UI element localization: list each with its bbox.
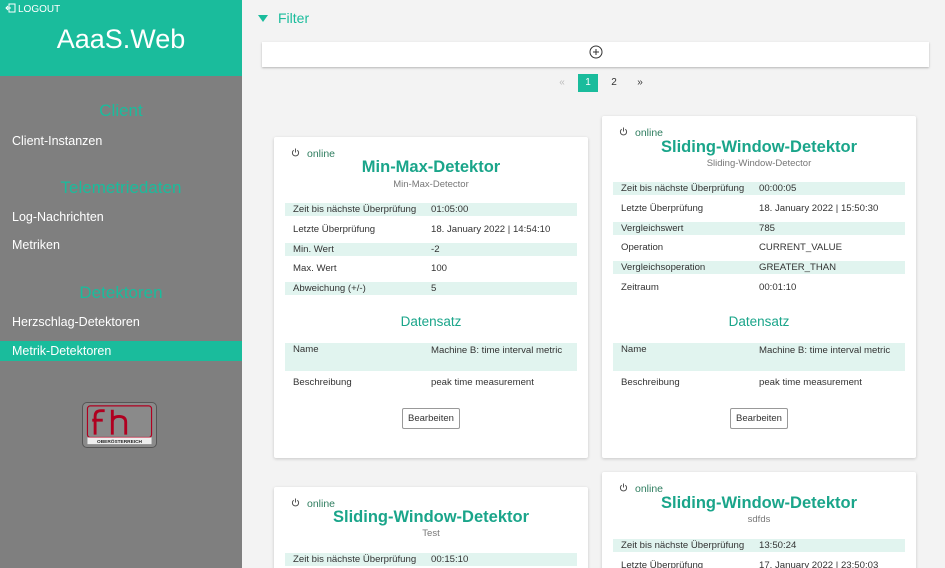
card-title: Sliding-Window-Detektor [332, 508, 529, 526]
table-row: Zeitraum 00:01:10 [621, 281, 797, 293]
logout-label: LOGOUT [18, 4, 61, 15]
table-row: Vergleichswert 785 [613, 221, 905, 235]
pagination-page-2[interactable]: 2 [604, 74, 624, 92]
table-row: Zeit bis nächste Überprüfung 00:00:05 [613, 182, 905, 195]
section-title-detektoren: Detektoren [79, 283, 163, 302]
sidebar-item-metriken[interactable]: Metriken [0, 235, 242, 255]
add-detector-button[interactable] [262, 42, 929, 67]
table-row: Zeit bis nächste Überprüfung 00:15:10 [285, 553, 577, 566]
logout-icon [5, 3, 16, 16]
edit-button[interactable]: Bearbeiten [402, 408, 460, 429]
card-title: Sliding-Window-Detektor [660, 494, 857, 512]
pagination-page-1[interactable]: 1 [578, 74, 598, 92]
table-row: Min. Wert -2 [285, 242, 577, 256]
section-title-client: Client [99, 101, 143, 120]
detector-card: online Sliding-Window-Detektor Sliding-W… [602, 116, 916, 458]
fh-logo: OBERÖSTERREICH [82, 402, 157, 448]
brand-header: LOGOUT AaaS.Web [0, 0, 242, 76]
dataset-title: Datensatz [400, 314, 462, 329]
table-row: Operation CURRENT_VALUE [621, 242, 842, 254]
app-title: AaaS.Web [56, 24, 186, 54]
pagination-next[interactable]: » [630, 74, 650, 92]
filter-label: Filter [278, 10, 310, 26]
pagination: « 1 2 » [552, 74, 656, 92]
dataset-table: Name Machine B: time interval metric Besc… [613, 343, 905, 390]
table-row: Name Machine B: time interval metric [285, 343, 577, 371]
table-row: Zeit bis nächste Überprüfung 01:05:00 [285, 203, 577, 216]
card-subtitle: sdfds [747, 514, 771, 525]
table-row: Name Machine B: time interval metric [613, 343, 905, 371]
plus-circle-icon [589, 45, 603, 64]
edit-button[interactable]: Bearbeiten [730, 408, 788, 429]
table-row: Letzte Überprüfung 18. January 2022 | 15:… [621, 202, 879, 214]
table-row: Vergleichsoperation GREATER_THAN [613, 261, 905, 275]
sidebar-item-client-instanzen[interactable]: Client-Instanzen [0, 131, 242, 151]
main-content: Filter « 1 2 » online Min-Max-Detektor M… [242, 0, 945, 568]
table-row: Zeit bis nächste Überprüfung 13:50:24 [613, 539, 905, 552]
dataset-title: Datensatz [728, 314, 790, 329]
card-subtitle: Test [422, 528, 440, 539]
sidebar-item-log-nachrichten[interactable]: Log-Nachrichten [0, 207, 242, 227]
filter-toggle[interactable]: Filter [258, 10, 309, 26]
sidebar-item-herzschlag-detektoren[interactable]: Herzschlag-Detektoren [0, 312, 242, 332]
detector-card: online Sliding-Window-Detektor sdfds Zei… [602, 472, 916, 568]
detector-properties: Zeit bis nächste Überprüfung 00:15:10 [285, 553, 577, 568]
section-title-telemetriedaten: Telemetriedaten [60, 178, 182, 197]
detector-properties: Zeit bis nächste Überprüfung 01:05:00 Let… [285, 203, 577, 302]
table-row: Beschreibung peak time measurement [293, 377, 534, 388]
detector-card: online Sliding-Window-Detektor Test Zeit… [274, 487, 588, 568]
table-row: Beschreibung peak time measurement [621, 377, 862, 388]
sidebar: LOGOUT AaaS.Web Client Client-Instanzen … [0, 0, 242, 568]
card-subtitle: Sliding-Window-Detector [706, 158, 812, 169]
detector-card: online Min-Max-Detektor Min-Max-Detector… [274, 137, 588, 458]
card-title: Min-Max-Detektor [361, 158, 501, 176]
card-title: Sliding-Window-Detektor [660, 138, 857, 156]
dataset-table: Name Machine B: time interval metric Besc… [285, 343, 577, 390]
pagination-prev[interactable]: « [552, 74, 572, 92]
card-subtitle: Min-Max-Detector [393, 179, 469, 190]
detector-properties: Zeit bis nächste Überprüfung 13:50:24 Let… [613, 539, 905, 568]
table-row: Letzte Überprüfung 18. January 2022 | 14:… [293, 223, 551, 235]
table-row: Max. Wert 100 [293, 263, 448, 275]
caret-down-icon [258, 14, 268, 22]
table-row: Abweichung (+/-) 5 [285, 282, 577, 296]
detector-properties: Zeit bis nächste Überprüfung 00:00:05 Let… [613, 182, 905, 301]
table-row: Letzte Überprüfung 17. January 2022 | 23:… [621, 559, 879, 568]
logout-button[interactable]: LOGOUT [5, 3, 60, 16]
sidebar-item-metrik-detektoren[interactable]: Metrik-Detektoren [0, 341, 242, 361]
